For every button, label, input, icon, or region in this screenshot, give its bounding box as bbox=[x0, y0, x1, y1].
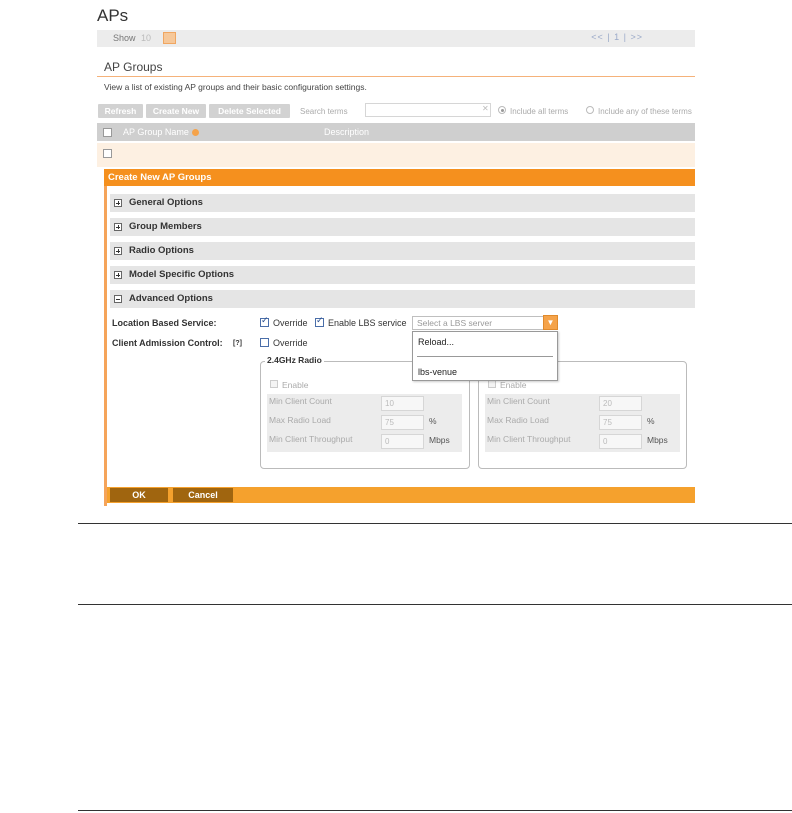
cac-label: Client Admission Control: bbox=[112, 338, 223, 348]
search-label: Search terms bbox=[300, 107, 348, 116]
min-throughput-label: Min Client Throughput bbox=[487, 434, 571, 444]
refresh-button[interactable]: Refresh bbox=[98, 104, 143, 118]
lbs-override-checkbox[interactable] bbox=[260, 316, 269, 327]
section-divider bbox=[97, 76, 695, 77]
max-radio-load-input[interactable]: 75 bbox=[599, 415, 642, 430]
dropdown-option-reload[interactable]: Reload... bbox=[418, 337, 454, 347]
accordion-label: Group Members bbox=[129, 221, 202, 232]
accordion-label: Model Specific Options bbox=[129, 269, 235, 280]
lbs-server-dropdown: Reload... lbs-venue bbox=[412, 331, 558, 381]
percent-unit: % bbox=[429, 416, 437, 426]
lbs-server-select[interactable]: Select a LBS server bbox=[412, 316, 558, 330]
pagination-bar: Show 10 << | 1 | >> bbox=[97, 30, 695, 47]
table-header: AP Group Name Description bbox=[97, 123, 695, 141]
accordion-model-specific-options[interactable]: Model Specific Options bbox=[110, 266, 695, 284]
lbs-label: Location Based Service: bbox=[112, 318, 217, 328]
create-new-button[interactable]: Create New bbox=[146, 104, 206, 118]
table-row bbox=[97, 143, 695, 167]
delete-selected-button[interactable]: Delete Selected bbox=[209, 104, 290, 118]
min-client-count-label: Min Client Count bbox=[487, 396, 550, 406]
ok-button[interactable]: OK bbox=[110, 488, 168, 502]
collapse-icon[interactable] bbox=[114, 295, 122, 303]
max-radio-load-label: Max Radio Load bbox=[487, 415, 549, 425]
accordion-label: Radio Options bbox=[129, 245, 194, 256]
include-any-label: Include any of these terms bbox=[598, 107, 692, 116]
radio-5-enable-label: Enable bbox=[500, 380, 527, 390]
include-any-radio[interactable] bbox=[586, 106, 594, 114]
include-all-radio[interactable] bbox=[498, 106, 506, 114]
radio-24-enable-checkbox[interactable] bbox=[270, 380, 278, 388]
mbps-unit: Mbps bbox=[429, 435, 450, 445]
radio-24-enable-label: Enable bbox=[282, 380, 309, 390]
max-radio-load-label: Max Radio Load bbox=[269, 415, 331, 425]
show-label: Show bbox=[113, 33, 136, 43]
column-header-name-label: AP Group Name bbox=[123, 127, 189, 137]
divider-line bbox=[78, 523, 792, 524]
accordion-radio-options[interactable]: Radio Options bbox=[110, 242, 695, 260]
row-checkbox[interactable] bbox=[103, 149, 112, 158]
create-panel-title: Create New AP Groups bbox=[104, 169, 695, 186]
accordion-advanced-options[interactable]: Advanced Options bbox=[110, 290, 695, 308]
accordion-group-members[interactable]: Group Members bbox=[110, 218, 695, 236]
dropdown-option-lbs-venue[interactable]: lbs-venue bbox=[418, 367, 457, 377]
min-client-count-label: Min Client Count bbox=[269, 396, 332, 406]
column-header-name[interactable]: AP Group Name bbox=[123, 127, 199, 137]
cac-override-label: Override bbox=[273, 338, 308, 348]
sort-icon bbox=[191, 129, 199, 136]
min-throughput-input[interactable]: 0 bbox=[599, 434, 642, 449]
search-input[interactable] bbox=[365, 103, 491, 117]
radio-5-enable-checkbox[interactable] bbox=[488, 380, 496, 388]
help-icon[interactable]: [?] bbox=[233, 340, 242, 347]
accordion-general-options[interactable]: General Options bbox=[110, 194, 695, 212]
min-throughput-input[interactable]: 0 bbox=[381, 434, 424, 449]
lbs-enable-label: Enable LBS service bbox=[328, 318, 407, 328]
cac-override-checkbox[interactable] bbox=[260, 338, 269, 347]
mbps-unit: Mbps bbox=[647, 435, 668, 445]
divider-line bbox=[78, 810, 792, 811]
accordion-label: Advanced Options bbox=[129, 293, 213, 304]
min-client-count-input[interactable]: 20 bbox=[599, 396, 642, 411]
expand-icon[interactable] bbox=[114, 271, 122, 279]
expand-icon[interactable] bbox=[114, 223, 122, 231]
section-title: AP Groups bbox=[104, 60, 163, 74]
max-radio-load-input[interactable]: 75 bbox=[381, 415, 424, 430]
include-all-label: Include all terms bbox=[510, 107, 569, 116]
section-description: View a list of existing AP groups and th… bbox=[104, 82, 367, 92]
dropdown-divider bbox=[417, 356, 553, 357]
expand-icon[interactable] bbox=[114, 247, 122, 255]
column-header-description[interactable]: Description bbox=[324, 127, 369, 137]
clear-search-icon[interactable]: ✕ bbox=[482, 104, 489, 113]
page-size-dropdown[interactable] bbox=[163, 32, 176, 44]
cancel-button[interactable]: Cancel bbox=[173, 488, 233, 502]
pagination-links[interactable]: << | 1 | >> bbox=[591, 32, 643, 42]
lbs-override-label: Override bbox=[273, 318, 308, 328]
divider-line bbox=[78, 604, 792, 605]
min-client-count-input[interactable]: 10 bbox=[381, 396, 424, 411]
percent-unit: % bbox=[647, 416, 655, 426]
page-size-value: 10 bbox=[141, 33, 152, 43]
radio-24-legend: 2.4GHz Radio bbox=[265, 355, 324, 365]
select-all-checkbox[interactable] bbox=[103, 128, 112, 137]
min-throughput-label: Min Client Throughput bbox=[269, 434, 353, 444]
chevron-down-icon[interactable]: ▼ bbox=[543, 315, 558, 330]
expand-icon[interactable] bbox=[114, 199, 122, 207]
page-title: APs bbox=[97, 6, 129, 25]
accordion-label: General Options bbox=[129, 197, 203, 208]
lbs-enable-checkbox[interactable] bbox=[315, 316, 324, 327]
